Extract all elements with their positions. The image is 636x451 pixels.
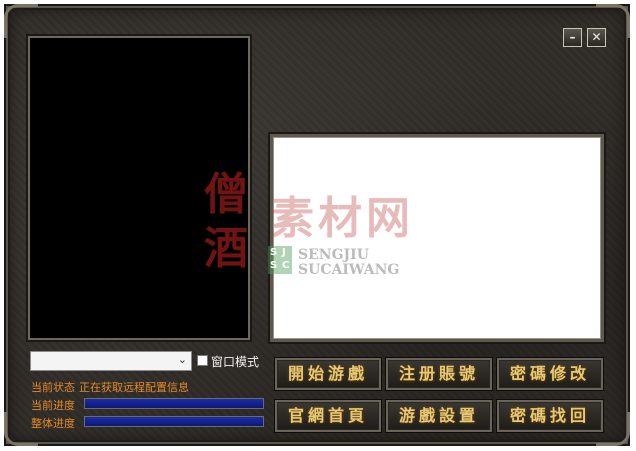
change-password-button[interactable]: 密碼修改 (497, 358, 603, 390)
status-line: 当前状态 正在获取远程配置信息 (31, 379, 189, 395)
status-label: 当前状态 (31, 381, 75, 394)
current-progress-bar (84, 398, 264, 409)
watermark-badge: S J S C (268, 246, 292, 274)
official-homepage-button[interactable]: 官網首頁 (275, 400, 381, 432)
watermark-badge-letter: S (270, 260, 278, 271)
window-mode-label[interactable]: 窗口模式 (211, 353, 259, 370)
minimize-icon: – (569, 30, 576, 44)
recover-password-button[interactable]: 密碼找回 (497, 400, 603, 432)
window-mode-checkbox[interactable] (197, 355, 208, 366)
overall-progress-label: 整体进度 (31, 417, 75, 430)
overall-progress-bar (84, 416, 264, 427)
watermark-badge-letter: J (282, 247, 286, 258)
current-progress-fill (85, 399, 263, 408)
close-button[interactable]: ✕ (587, 28, 606, 47)
chevron-down-icon[interactable]: ⌄ (178, 353, 187, 366)
watermark-title: 素材网 (270, 193, 414, 244)
watermark-seal-bottom: 酒 (204, 223, 248, 274)
game-settings-button[interactable]: 游戲設置 (386, 400, 492, 432)
watermark-badge-letter: S (270, 247, 278, 258)
status-value: 正在获取远程配置信息 (79, 381, 189, 394)
current-progress-label: 当前进度 (31, 399, 75, 412)
start-game-button[interactable]: 開始游戲 (275, 358, 381, 390)
frame-corner-ornament (4, 4, 38, 38)
watermark-line2: SUCAIWANG (298, 262, 400, 278)
watermark-badge-letter: C (282, 260, 290, 271)
close-icon: ✕ (591, 30, 602, 44)
server-select[interactable]: ⌄ (30, 351, 192, 371)
watermark-line1: SENGJIU (298, 247, 369, 263)
overall-progress-fill (85, 417, 263, 426)
minimize-button[interactable]: – (563, 28, 582, 47)
watermark-seal-top: 僧 (204, 169, 248, 220)
watermark-seal: 僧 酒 (198, 168, 254, 278)
register-account-button[interactable]: 注册賬號 (386, 358, 492, 390)
